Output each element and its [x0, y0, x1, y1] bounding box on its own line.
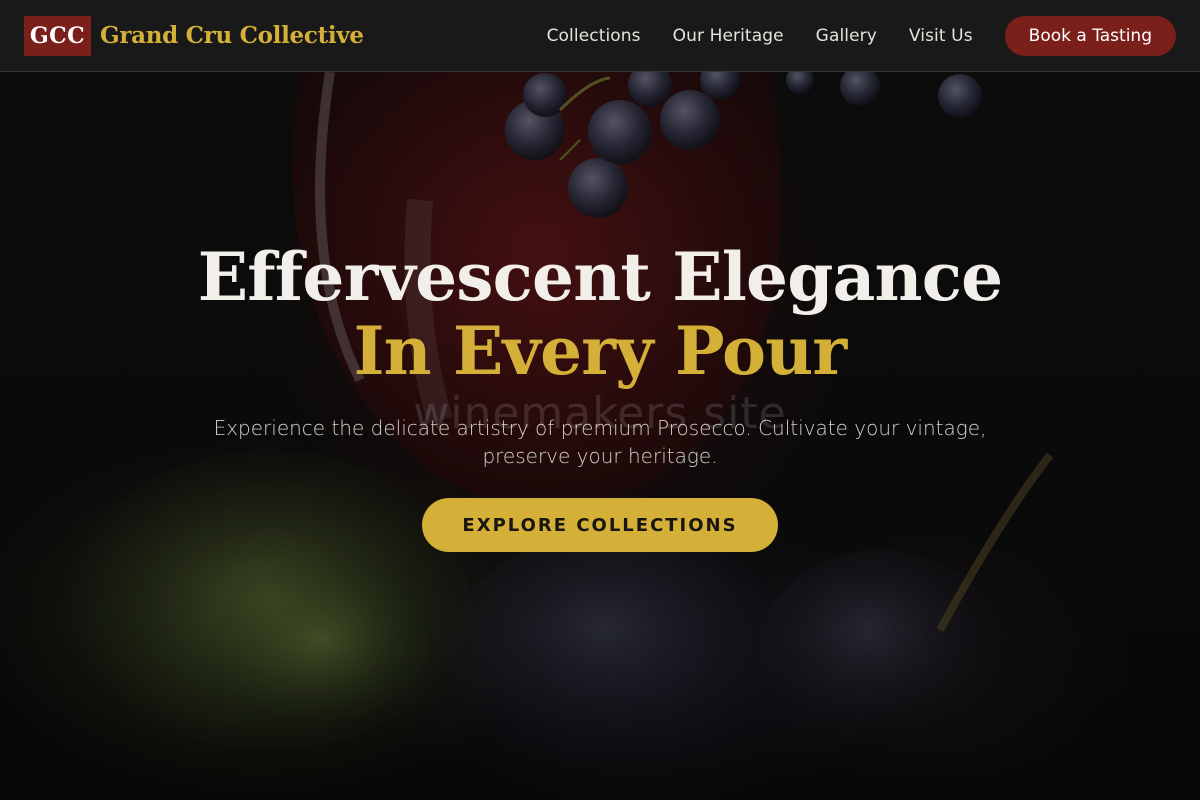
hero-section: Effervescent Elegance In Every Pour Expe…: [0, 240, 1200, 552]
explore-collections-button[interactable]: EXPLORE COLLECTIONS: [422, 498, 778, 552]
hero-title-line1: Effervescent Elegance: [197, 238, 1003, 316]
nav-link-collections[interactable]: Collections: [547, 26, 641, 46]
brand-badge: GCC: [24, 15, 91, 56]
main-nav: Collections Our Heritage Gallery Visit U…: [547, 26, 973, 46]
hero-subtitle: Experience the delicate artistry of prem…: [213, 416, 987, 468]
book-tasting-button[interactable]: Book a Tasting: [1004, 15, 1176, 56]
nav-link-gallery[interactable]: Gallery: [816, 26, 877, 46]
brand-logo-link[interactable]: GCC Grand Cru Collective: [24, 15, 364, 56]
site-header: GCC Grand Cru Collective Collections Our…: [0, 0, 1200, 72]
hero-title: Effervescent Elegance In Every Pour: [0, 240, 1200, 388]
nav-link-our-heritage[interactable]: Our Heritage: [673, 26, 784, 46]
brand-name: Grand Cru Collective: [100, 22, 364, 49]
nav-link-visit-us[interactable]: Visit Us: [909, 26, 973, 46]
hero-title-line2: In Every Pour: [353, 312, 848, 390]
